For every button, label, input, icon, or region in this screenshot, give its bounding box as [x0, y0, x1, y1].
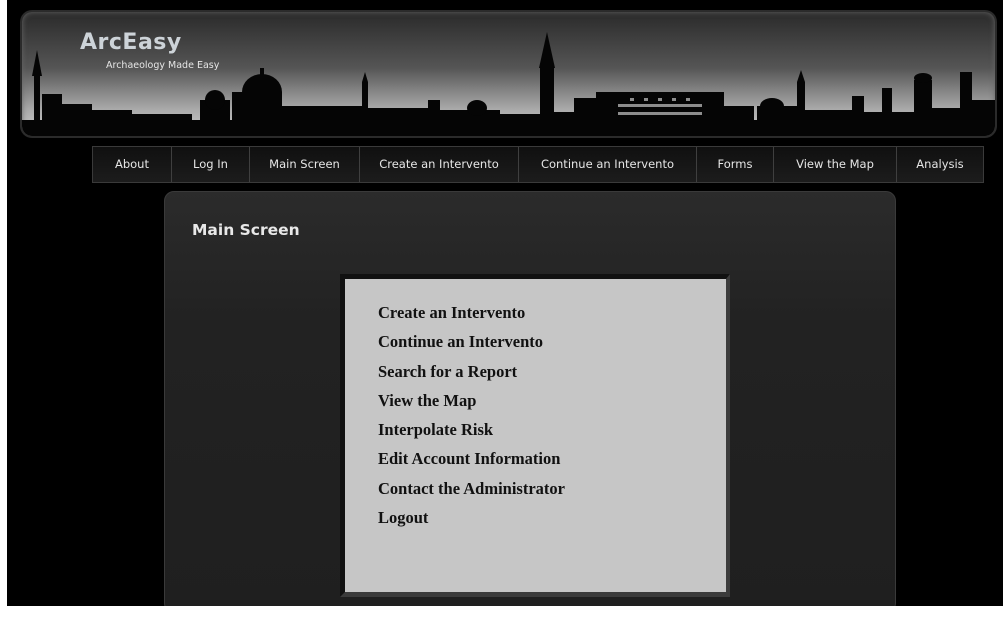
nav-view-map[interactable]: View the Map — [774, 147, 897, 182]
nav-forms[interactable]: Forms — [697, 147, 774, 182]
main-navigation: About Log In Main Screen Create an Inter… — [92, 146, 984, 183]
content-panel: Main Screen Create an Intervento Continu… — [164, 191, 896, 613]
page-bottom-margin — [0, 606, 1003, 628]
main-menu-box: Create an Intervento Continue an Interve… — [340, 274, 730, 597]
menu-link-search-report[interactable]: Search for a Report — [378, 357, 726, 386]
header-banner: ArcEasy Archaeology Made Easy — [22, 12, 995, 136]
menu-link-logout[interactable]: Logout — [378, 503, 726, 532]
page-frame: ArcEasy Archaeology Made Easy About Log … — [7, 0, 1003, 628]
main-menu-list: Create an Intervento Continue an Interve… — [345, 279, 726, 532]
nav-analysis[interactable]: Analysis — [897, 147, 983, 182]
nav-main-screen[interactable]: Main Screen — [250, 147, 360, 182]
menu-link-interpolate-risk[interactable]: Interpolate Risk — [378, 415, 726, 444]
menu-link-edit-account[interactable]: Edit Account Information — [378, 444, 726, 473]
menu-link-view-map[interactable]: View the Map — [378, 386, 726, 415]
nav-create-intervento[interactable]: Create an Intervento — [360, 147, 519, 182]
nav-about[interactable]: About — [93, 147, 172, 182]
page-title: Main Screen — [192, 221, 300, 239]
menu-link-contact-admin[interactable]: Contact the Administrator — [378, 474, 726, 503]
menu-link-continue-intervento[interactable]: Continue an Intervento — [378, 327, 726, 356]
nav-log-in[interactable]: Log In — [172, 147, 250, 182]
menu-link-create-intervento[interactable]: Create an Intervento — [378, 298, 726, 327]
nav-continue-intervento[interactable]: Continue an Intervento — [519, 147, 697, 182]
site-tagline: Archaeology Made Easy — [106, 60, 220, 71]
site-logo-title: ArcEasy — [80, 30, 182, 55]
